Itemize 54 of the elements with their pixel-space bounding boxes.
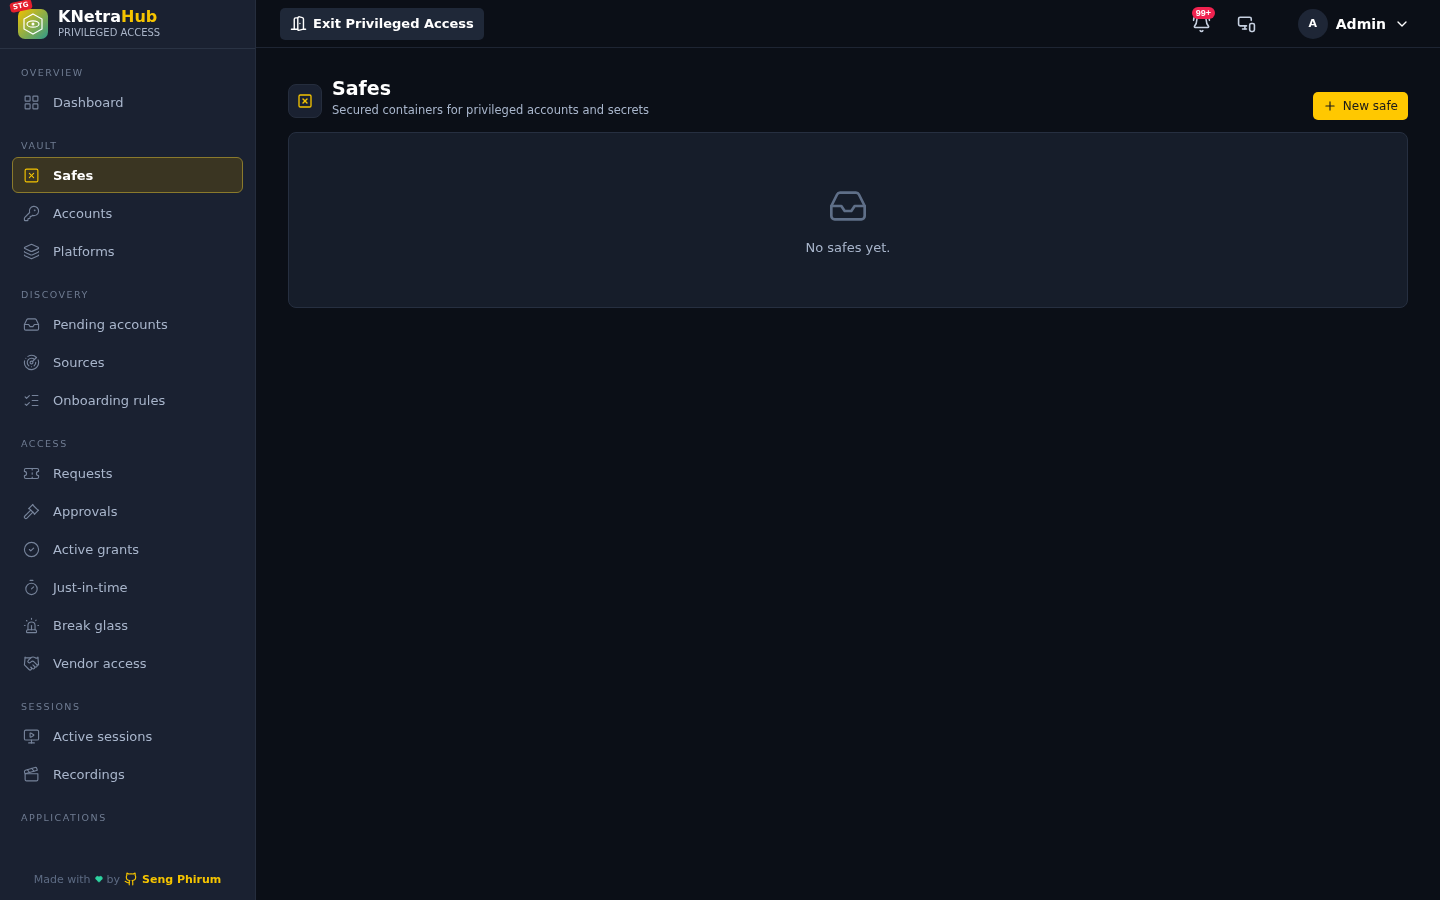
nav-item[interactable]: Sources [12,344,243,380]
nav-icon [23,727,40,745]
nav-icon [23,204,40,222]
nav-icon [23,166,40,184]
nav-item[interactable]: Recordings [12,756,243,792]
nav-item[interactable]: Active grants [12,531,243,567]
nav-icon [23,578,40,596]
page-title: Safes [332,77,392,99]
nav-item[interactable]: Safes [12,157,243,193]
page-subtitle: Secured containers for privileged accounts and secrets [332,103,651,117]
nav-icon [23,616,40,634]
author-link[interactable]: Seng Phirum [142,872,222,886]
nav-icon [23,315,40,333]
nav-item[interactable]: Just-in-time [12,569,243,605]
nav-item[interactable]: Break glass [12,607,243,643]
footer-text: Made with [33,872,91,886]
logo-icon [18,9,48,39]
empty-message: No safes yet. [805,239,891,255]
notification-count: 99+ [1191,7,1216,19]
brand-subtitle: PRIVILEGED ACCESS [58,26,161,40]
section-title: APPLICATIONS [20,811,108,825]
nav-item[interactable]: Platforms [12,233,243,269]
section-title: DISCOVERY [20,288,90,302]
github-icon [124,872,138,886]
section-title: VAULT [20,139,59,153]
user-menu[interactable]: A Admin [1291,7,1416,40]
nav-item[interactable]: Onboarding rules [12,382,243,418]
section-title: OVERVIEW [20,66,85,80]
nav-icon [23,353,40,371]
safe-icon [288,84,322,118]
avatar: A [1297,8,1328,39]
plus-icon [1322,99,1337,113]
nav-item[interactable]: Pending accounts [12,306,243,342]
nav-icon [23,654,40,672]
section-title: SESSIONS [20,700,82,714]
brand-name: KNetraHub [58,8,159,26]
nav-icon [23,93,40,111]
nav-icon [23,765,40,783]
nav-item[interactable]: Dashboard [12,84,243,120]
nav-icon [23,540,40,558]
nav-item[interactable]: Approvals [12,493,243,529]
section-title: ACCESS [20,437,69,451]
footer-text: by [106,872,120,886]
nav-item[interactable]: Accounts [12,195,243,231]
heart-icon [94,875,103,883]
nav-item[interactable]: Vendor access [12,645,243,681]
nav-icon [23,242,40,260]
nav-icon [23,502,40,520]
nav-item[interactable]: Requests [12,455,243,491]
nav-item[interactable]: Active sessions [12,718,243,754]
new-safe-button[interactable]: New safe [1312,92,1408,120]
exit-button[interactable]: Exit Privileged Access [280,7,484,40]
notifications-button[interactable]: 99+ [1187,10,1215,37]
door-icon [290,15,307,32]
